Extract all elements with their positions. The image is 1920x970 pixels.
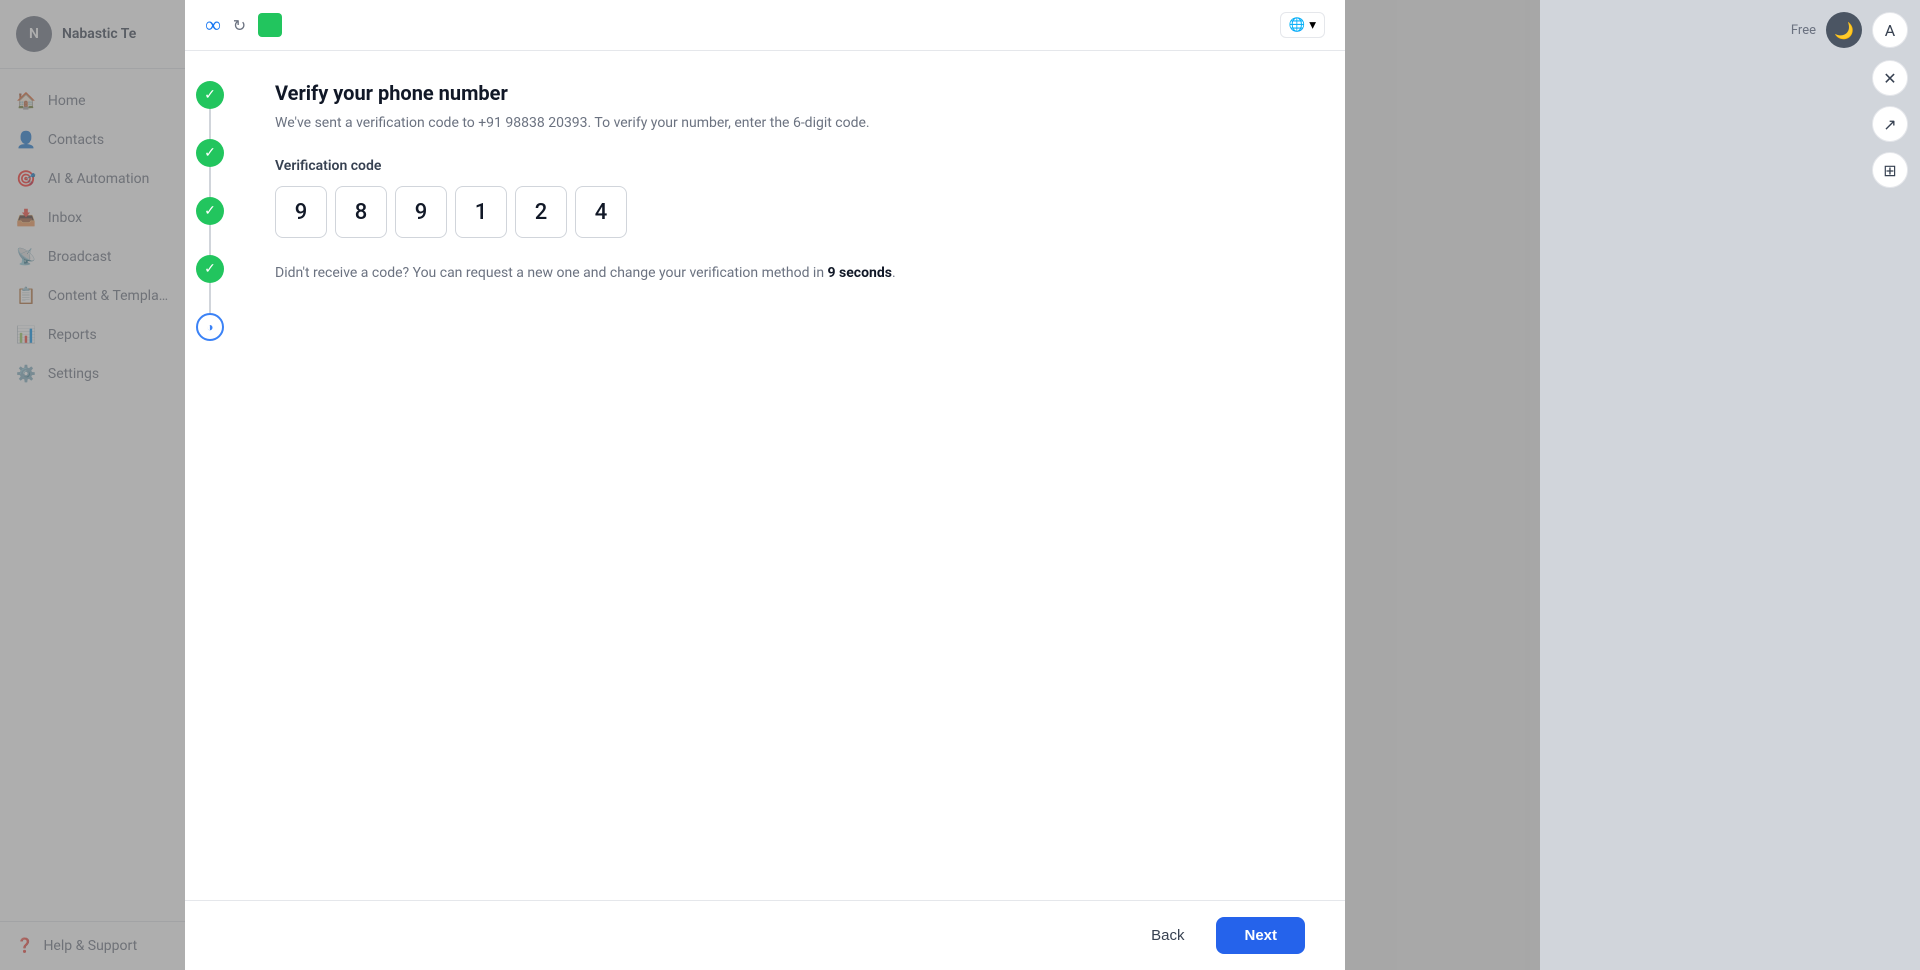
resend-text: Didn't receive a code? You can request a… xyxy=(275,262,1305,284)
digit-5[interactable]: 2 xyxy=(515,186,567,238)
step-circle-4: ✓ xyxy=(196,255,224,283)
step-line-2 xyxy=(209,167,211,197)
digit-1[interactable]: 9 xyxy=(275,186,327,238)
refresh-icon[interactable]: ↻ xyxy=(233,16,246,35)
moon-icon: 🌙 xyxy=(1834,21,1854,40)
modal-footer: Back Next xyxy=(185,900,1345,970)
modal-subtitle: We've sent a verification code to +91 98… xyxy=(275,113,1305,134)
modal-top-bar: ∞ ↻ 🌐 ▾ xyxy=(185,0,1345,51)
green-square-icon xyxy=(258,13,282,37)
stepper: ✓ ✓ ✓ ✓ ◑ xyxy=(185,51,235,900)
step-1: ✓ xyxy=(196,81,224,139)
step-circle-3: ✓ xyxy=(196,197,224,225)
close-icon: ✕ xyxy=(1883,69,1896,88)
letter-a-button[interactable]: A xyxy=(1872,12,1908,48)
modal-body: ✓ ✓ ✓ ✓ ◑ Verify your phone number We've xyxy=(185,51,1345,900)
back-button[interactable]: Back xyxy=(1131,917,1204,954)
top-right-row: Free 🌙 A xyxy=(1791,12,1908,48)
expand-icon: ↗ xyxy=(1883,115,1896,134)
expand-button[interactable]: ↗ xyxy=(1872,106,1908,142)
step-circle-2: ✓ xyxy=(196,139,224,167)
step-4: ✓ xyxy=(196,255,224,313)
step-line-3 xyxy=(209,225,211,255)
grid-icon: ⊞ xyxy=(1883,161,1896,180)
step-circle-1: ✓ xyxy=(196,81,224,109)
digit-2[interactable]: 8 xyxy=(335,186,387,238)
modal-title: Verify your phone number xyxy=(275,81,1305,105)
digit-3[interactable]: 9 xyxy=(395,186,447,238)
step-circle-5: ◑ xyxy=(196,313,224,341)
meta-logo: ∞ xyxy=(205,12,221,38)
code-label: Verification code xyxy=(275,158,1305,174)
digit-4[interactable]: 1 xyxy=(455,186,507,238)
free-badge: Free xyxy=(1791,23,1816,38)
step-2: ✓ xyxy=(196,139,224,197)
modal-window: ∞ ↻ 🌐 ▾ ✓ ✓ ✓ ✓ xyxy=(185,0,1345,970)
code-inputs: 9 8 9 1 2 4 xyxy=(275,186,1305,238)
step-5: ◑ xyxy=(196,313,224,341)
close-button[interactable]: ✕ xyxy=(1872,60,1908,96)
globe-icon: 🌐 xyxy=(1289,17,1306,33)
language-selector[interactable]: 🌐 ▾ xyxy=(1280,12,1325,38)
dropdown-arrow: ▾ xyxy=(1309,17,1316,33)
next-button[interactable]: Next xyxy=(1216,917,1305,954)
step-3: ✓ xyxy=(196,197,224,255)
top-bar-right: 🌐 ▾ xyxy=(1280,12,1325,38)
grid-button[interactable]: ⊞ xyxy=(1872,152,1908,188)
modal-content: Verify your phone number We've sent a ve… xyxy=(235,51,1345,900)
step-line-4 xyxy=(209,283,211,313)
letter-a: A xyxy=(1885,21,1895,40)
step-line-1 xyxy=(209,109,211,139)
right-panel: Free 🌙 A ✕ ↗ ⊞ xyxy=(1540,0,1920,970)
digit-6[interactable]: 4 xyxy=(575,186,627,238)
moon-button[interactable]: 🌙 xyxy=(1826,12,1862,48)
meta-icon: ∞ xyxy=(205,12,221,38)
